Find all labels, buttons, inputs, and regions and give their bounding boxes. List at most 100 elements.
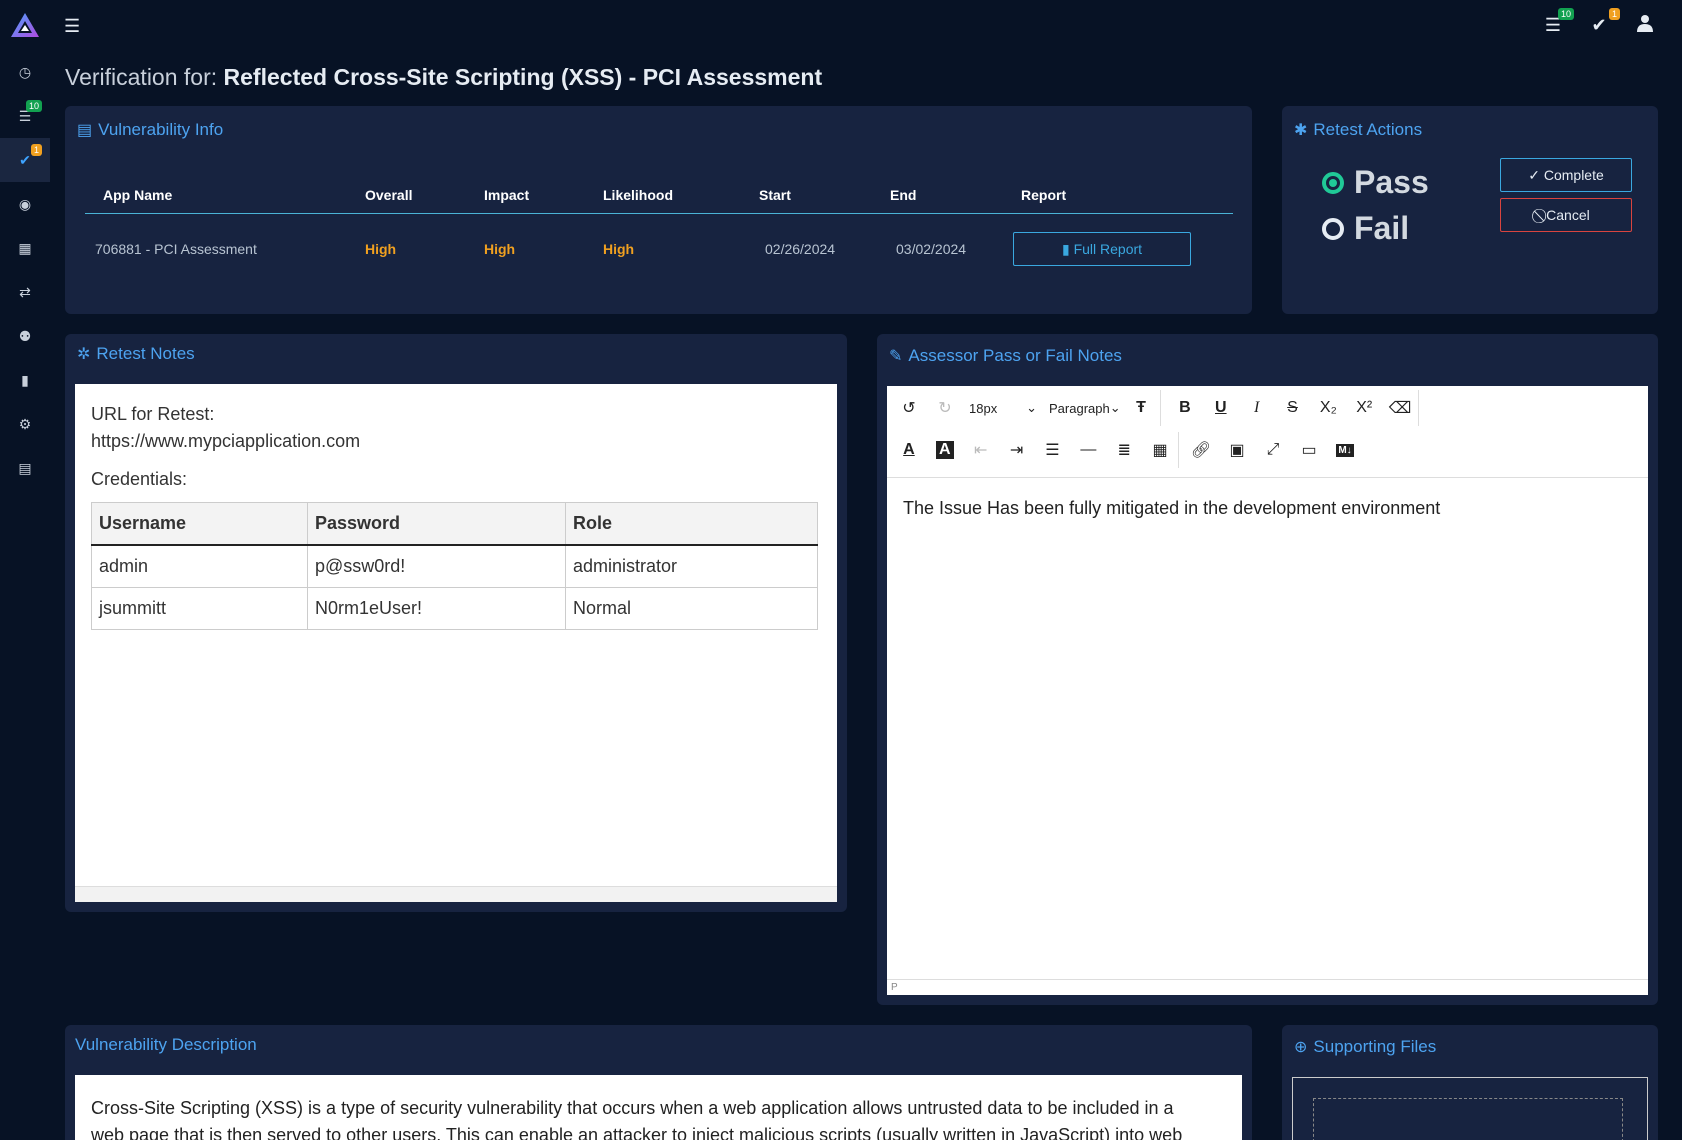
font-color-icon[interactable]: A: [891, 432, 927, 468]
toolbar-group-insert: 🔗︎ ▣ ⤢ ▭ M↓: [1183, 432, 1363, 468]
col-start: Start: [741, 181, 872, 214]
file-icon: ▮: [1061, 241, 1070, 257]
italic-icon[interactable]: I: [1239, 390, 1275, 426]
dashboard-icon: ◷: [18, 63, 32, 80]
eraser-icon[interactable]: ⌫: [1382, 390, 1418, 426]
supporting-files-box: [1292, 1077, 1648, 1140]
col-report: Report: [1003, 181, 1233, 214]
col-username: Username: [91, 502, 308, 546]
sidebar-item-users[interactable]: ⚉: [0, 314, 50, 358]
role-cell: administrator: [565, 544, 818, 588]
file-dropzone[interactable]: [1313, 1098, 1623, 1140]
fail-radio-button[interactable]: [1322, 217, 1344, 240]
vulnerability-description-text: Cross-Site Scripting (XSS) is a type of …: [91, 1098, 1183, 1140]
col-impact: Impact: [466, 181, 585, 214]
cancel-button[interactable]: ⃠ Cancel: [1500, 198, 1632, 232]
list-alt-icon: ▤: [77, 122, 93, 139]
vulnerability-description-title: Vulnerability Description: [75, 1035, 257, 1054]
pass-radio-button[interactable]: [1322, 171, 1344, 194]
superscript-icon[interactable]: X²: [1346, 390, 1382, 426]
align-left-icon[interactable]: ☰: [1035, 432, 1071, 468]
block-format-select[interactable]: Paragraph ⌄: [1043, 390, 1123, 426]
image-icon[interactable]: ▣: [1219, 432, 1255, 468]
editor-content[interactable]: The Issue Has been fully mitigated in th…: [903, 498, 1440, 519]
page-title-name: Reflected Cross-Site Scripting (XSS) - P…: [223, 64, 823, 90]
credentials-label: Credentials:: [91, 469, 188, 489]
supporting-files-panel: ⊕ Supporting Files: [1282, 1025, 1658, 1140]
retest-url: https://www.mypciapplication.com: [91, 431, 361, 451]
toolbar-group-format: B U I S X₂ X² ⌫: [1167, 390, 1419, 426]
highlight-color-icon[interactable]: A: [927, 432, 963, 468]
vulnerability-description-content: Cross-Site Scripting (XSS) is a type of …: [75, 1075, 1242, 1140]
retest-actions-panel: ✱ Retest Actions Pass Fail ✓ Complete ⃠ …: [1282, 106, 1658, 314]
sidebar-item-list[interactable]: ☰ 10: [0, 94, 50, 138]
outdent-icon[interactable]: ⇤: [963, 432, 999, 468]
sidebar-badge: 10: [25, 100, 42, 112]
eye-icon: ◉: [18, 195, 32, 212]
sidebar-item-check[interactable]: ✔ 1: [0, 138, 50, 182]
link-icon[interactable]: 🔗︎: [1183, 432, 1219, 468]
sidebar-item-book[interactable]: ▤: [0, 446, 50, 490]
underline-icon[interactable]: U: [1203, 390, 1239, 426]
check-icon: ✓: [1528, 167, 1540, 183]
undo-icon[interactable]: ↺: [891, 390, 927, 426]
vulnerability-info-panel: ▤ Vulnerability Info App Name Overall Im…: [65, 106, 1252, 314]
sidebar-item-eye[interactable]: ◉: [0, 182, 50, 226]
text-size-icon[interactable]: Ŧ: [1123, 390, 1159, 426]
password-cell: p@ssw0rd!: [307, 544, 566, 588]
complete-button[interactable]: ✓ Complete: [1500, 158, 1632, 192]
edit-icon: ✎: [889, 348, 903, 365]
download-icon: ⊕: [1294, 1039, 1308, 1056]
assessor-notes-panel: ✎ Assessor Pass or Fail Notes ↺ ↻ 18px ⌄…: [877, 334, 1658, 1005]
report-cell: ▮ Full Report: [1003, 214, 1233, 283]
editor-toolbar: ↺ ↻ 18px ⌄ Paragraph ⌄ Ŧ B U I S X₂ X² ⌫…: [887, 386, 1648, 478]
col-end: End: [872, 181, 1003, 214]
calendar-icon: ▦: [18, 239, 32, 256]
check-icon: ✔: [19, 151, 31, 168]
sidebar-item-gear[interactable]: ⚙: [0, 402, 50, 446]
font-size-select[interactable]: 18px ⌄: [963, 390, 1043, 426]
users-icon: ⚉: [18, 327, 32, 344]
vulnerability-info-title: ▤ Vulnerability Info: [77, 120, 224, 139]
full-report-button[interactable]: ▮ Full Report: [1013, 232, 1191, 266]
preview-icon[interactable]: ▭: [1291, 432, 1327, 468]
col-overall: Overall: [347, 181, 466, 214]
vulnerability-description-panel: Vulnerability Description Cross-Site Scr…: [65, 1025, 1252, 1140]
sidebar-badge: 1: [30, 144, 42, 156]
fullscreen-icon[interactable]: ⤢: [1255, 432, 1291, 468]
chart-icon: ▮: [21, 371, 29, 388]
list-icon[interactable]: ☰ 10: [1542, 8, 1574, 36]
impact-cell: High: [484, 241, 516, 257]
sidebar-item-calendar[interactable]: ▦: [0, 226, 50, 270]
bug-icon: ✲: [77, 346, 91, 363]
chevron-down-icon: ⌄: [1109, 400, 1121, 415]
fail-radio[interactable]: Fail: [1322, 210, 1409, 247]
username-cell: jsummitt: [91, 587, 308, 630]
indent-icon[interactable]: ⇥: [999, 432, 1035, 468]
table-row: admin p@ssw0rd! administrator: [91, 544, 818, 588]
ordered-list-icon[interactable]: ≣: [1106, 432, 1142, 468]
redo-icon[interactable]: ↻: [927, 390, 963, 426]
check-icon[interactable]: ✔ 1: [1588, 8, 1620, 36]
sidebar-item-retweet[interactable]: ⇄: [0, 270, 50, 314]
overall-cell: High: [365, 241, 397, 257]
retest-actions-title: ✱ Retest Actions: [1294, 120, 1423, 139]
strikethrough-icon[interactable]: S: [1275, 390, 1311, 426]
markdown-icon[interactable]: M↓: [1327, 432, 1363, 468]
bold-icon[interactable]: B: [1167, 390, 1203, 426]
sidebar-item-chart[interactable]: ▮: [0, 358, 50, 402]
user-icon[interactable]: [1634, 14, 1656, 36]
toolbar-group-history: ↺ ↻ 18px ⌄ Paragraph ⌄ Ŧ: [891, 390, 1161, 426]
sidebar-item-dashboard[interactable]: ◷: [0, 50, 50, 94]
hamburger-menu-icon[interactable]: ☰: [64, 16, 80, 37]
subscript-icon[interactable]: X₂: [1310, 390, 1346, 426]
pass-radio[interactable]: Pass: [1322, 164, 1429, 201]
sidebar: ◷ ☰ 10 ✔ 1 ◉ ▦ ⇄ ⚉ ▮ ⚙ ▤: [0, 50, 50, 1140]
table-icon[interactable]: ▦: [1142, 432, 1178, 468]
book-icon: ▤: [18, 459, 32, 476]
triangle-logo[interactable]: [10, 12, 40, 38]
username-cell: admin: [91, 544, 308, 588]
horizontal-rule-icon[interactable]: —: [1070, 432, 1106, 468]
likelihood-cell: High: [603, 241, 635, 257]
notes-footer: [75, 886, 837, 902]
